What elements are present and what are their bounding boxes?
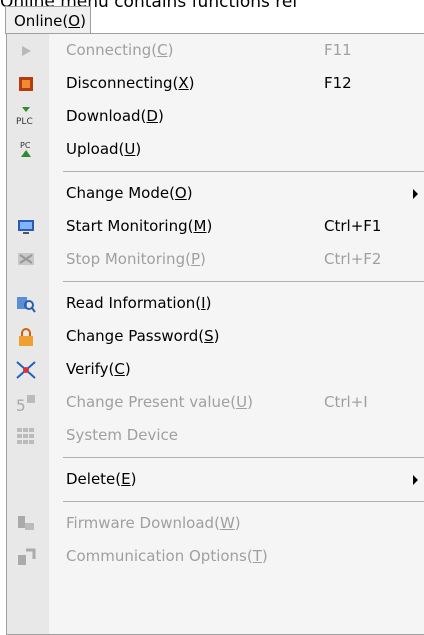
menu-item-shortcut: Ctrl+F1	[324, 217, 382, 235]
menu-title-end: )	[80, 12, 86, 30]
menu-item-shortcut: Ctrl+I	[324, 393, 368, 411]
menu-item-start-monitoring[interactable]: Start Monitoring(M) Ctrl+F1	[7, 210, 424, 243]
menu-separator	[7, 496, 424, 507]
online-dropdown-menu: Connecting(C) F11 Disconnecting(X) F12 PLC Do…	[6, 33, 424, 635]
menu-item-label: Start Monitoring(M)	[66, 217, 213, 235]
lock-icon	[15, 326, 37, 348]
menu-item-shortcut: F11	[324, 41, 352, 59]
svg-text:PC: PC	[20, 141, 31, 150]
menu-item-label: Delete(E)	[66, 470, 137, 488]
firmware-icon	[15, 513, 37, 535]
menu-item-change-mode[interactable]: Change Mode(O)	[7, 177, 424, 210]
system-device-icon	[15, 425, 37, 447]
svg-text:PLC: PLC	[16, 117, 33, 127]
stop-square-icon	[15, 73, 37, 95]
menu-separator	[7, 276, 424, 287]
submenu-arrow-icon	[413, 189, 418, 199]
menu-item-read-information[interactable]: Read Information(I)	[7, 287, 424, 320]
verify-icon	[15, 359, 37, 381]
comm-options-icon	[15, 546, 37, 568]
menu-item-disconnecting[interactable]: Disconnecting(X) F12	[7, 67, 424, 100]
menu-item-delete[interactable]: Delete(E)	[7, 463, 424, 496]
menu-item-firmware-download: Firmware Download(W)	[7, 507, 424, 540]
monitor-icon	[15, 216, 37, 238]
menu-item-label: Upload(U)	[66, 140, 142, 158]
menu-item-change-password[interactable]: Change Password(S)	[7, 320, 424, 353]
menu-item-stop-monitoring: Stop Monitoring(P) Ctrl+F2	[7, 243, 424, 276]
menu-item-change-present-value: 5 Change Present value(U) Ctrl+I	[7, 386, 424, 419]
menu-item-label: Disconnecting(X)	[66, 74, 195, 92]
pc-upload-icon: PC	[15, 139, 37, 161]
menu-item-download[interactable]: PLC Download(D)	[7, 100, 424, 133]
menu-item-label: Read Information(I)	[66, 294, 212, 312]
menu-item-label: Stop Monitoring(P)	[66, 250, 206, 268]
menu-item-label: System Device	[66, 426, 179, 444]
menu-title-rest: ine(	[39, 12, 69, 30]
menu-item-label: Firmware Download(W)	[66, 514, 241, 532]
menu-item-label: Change Mode(O)	[66, 184, 193, 202]
menu-item-label: Verify(C)	[66, 360, 131, 378]
submenu-arrow-icon	[413, 475, 418, 485]
menu-item-shortcut: F12	[324, 74, 352, 92]
menu-item-label: Change Password(S)	[66, 327, 220, 345]
menu-title-pre: Onl	[14, 12, 40, 30]
menu-items: Connecting(C) F11 Disconnecting(X) F12 PLC Do…	[7, 34, 424, 573]
menu-title-key: O	[68, 12, 81, 30]
menu-item-verify[interactable]: Verify(C)	[7, 353, 424, 386]
menu-separator	[7, 452, 424, 463]
menu-item-label: Download(D)	[66, 107, 164, 125]
menu-separator	[7, 166, 424, 177]
menu-item-label: Change Present value(U)	[66, 393, 253, 411]
plc-download-icon: PLC	[15, 106, 37, 128]
menu-item-label: Communication Options(T)	[66, 547, 268, 565]
menu-online-tab[interactable]: Online(O)	[5, 6, 91, 34]
svg-text:5: 5	[16, 396, 26, 413]
menu-item-shortcut: Ctrl+F2	[324, 250, 382, 268]
menu-item-connecting: Connecting(C) F11	[7, 34, 424, 67]
monitor-stop-icon	[15, 249, 37, 271]
menu-item-system-device: System Device	[7, 419, 424, 452]
menu-item-communication-options: Communication Options(T)	[7, 540, 424, 573]
play-icon	[15, 40, 37, 62]
menu-item-upload[interactable]: PC Upload(U)	[7, 133, 424, 166]
menu-item-label: Connecting(C)	[66, 41, 174, 59]
present-value-icon: 5	[15, 392, 37, 414]
read-info-icon	[15, 293, 37, 315]
